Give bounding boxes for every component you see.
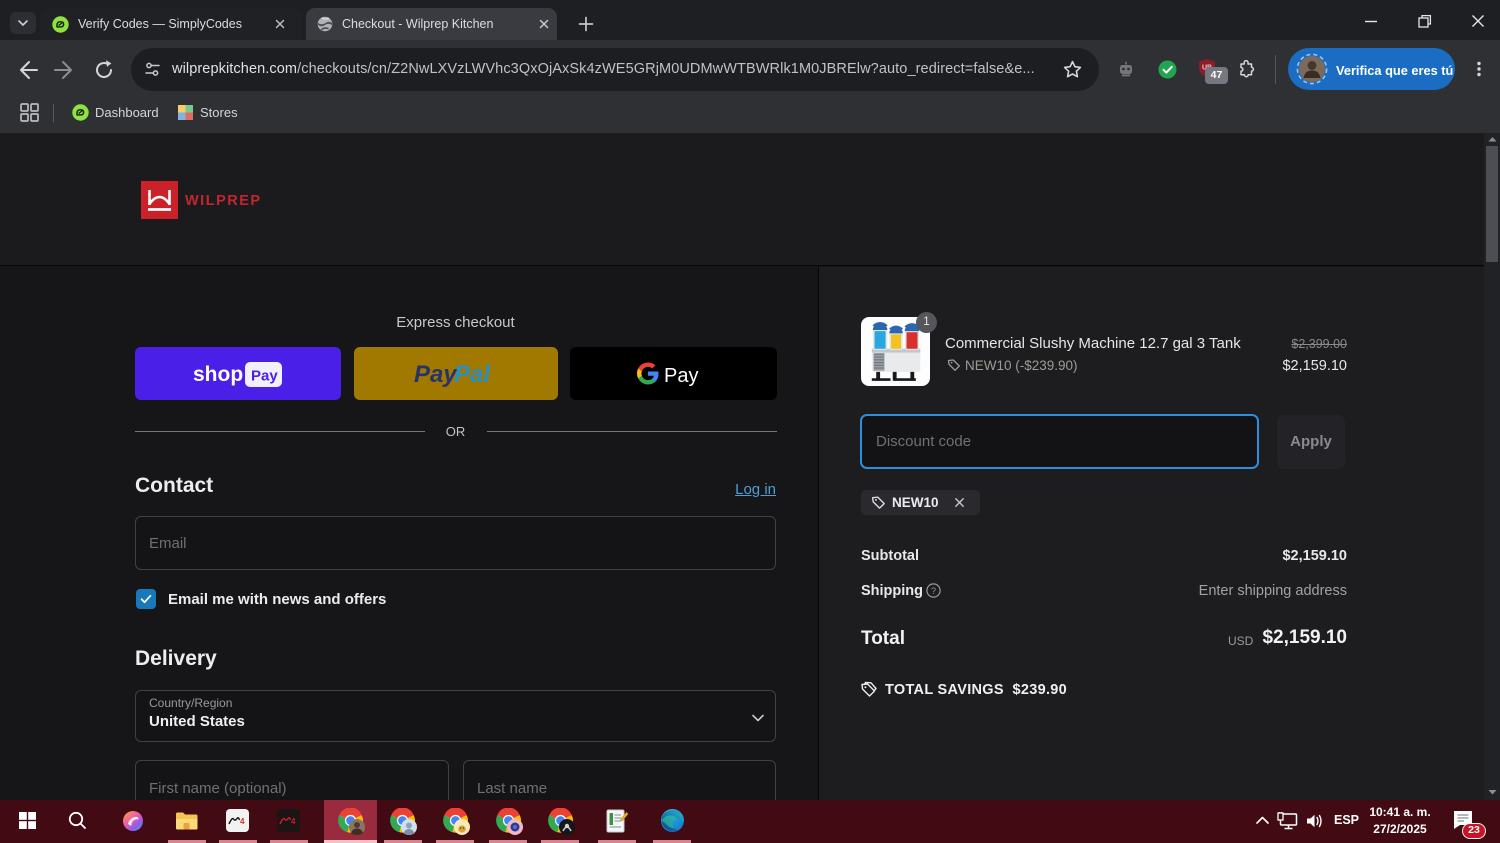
svg-text:Pay: Pay (251, 368, 278, 385)
svg-text:shop: shop (193, 363, 243, 386)
svg-text:Pal: Pal (454, 361, 491, 388)
svg-text:Pay: Pay (414, 361, 458, 388)
svg-text:4: 4 (291, 817, 296, 826)
svg-text:Pay: Pay (664, 365, 698, 387)
svg-text:?: ? (931, 586, 936, 596)
svg-text:4: 4 (240, 817, 245, 826)
